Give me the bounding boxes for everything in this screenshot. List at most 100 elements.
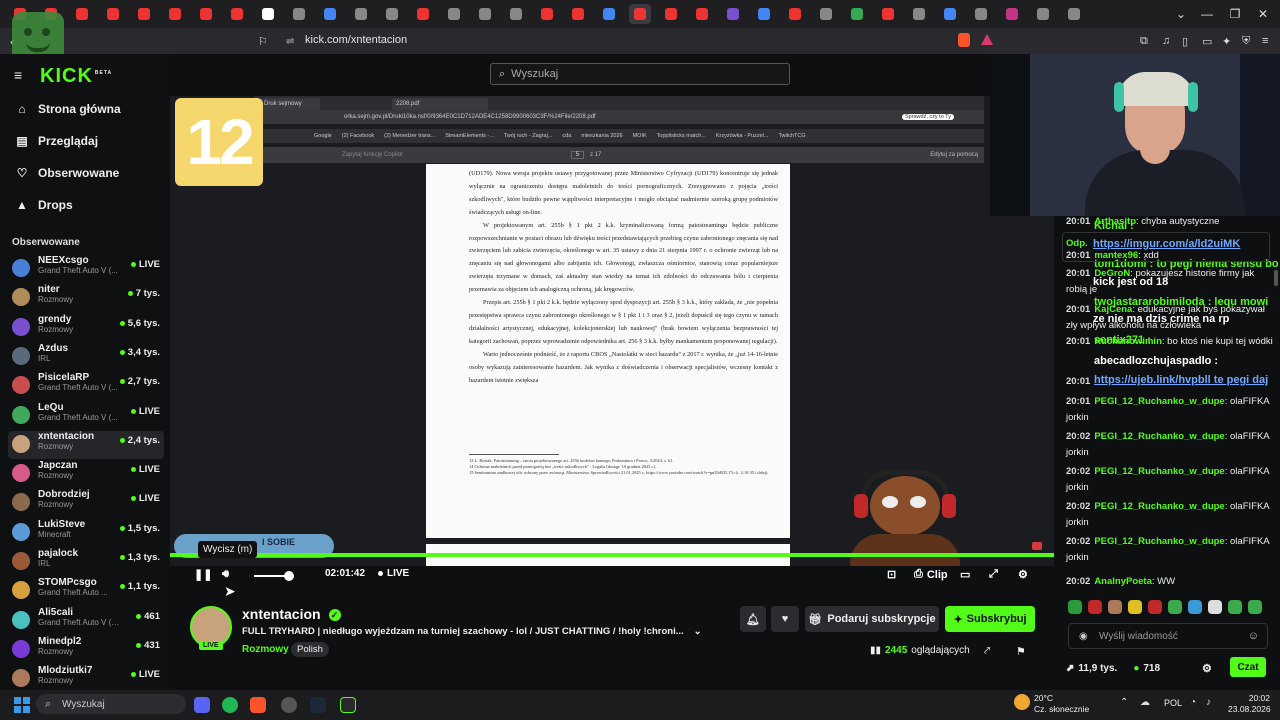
kick-app-icon[interactable] xyxy=(340,697,356,713)
browser-tab[interactable] xyxy=(784,4,806,24)
emote-icon[interactable] xyxy=(1208,600,1222,614)
bookmark-icon[interactable]: ⚐ xyxy=(258,35,268,48)
browser-tab[interactable] xyxy=(319,4,341,24)
windows-start-icon[interactable] xyxy=(14,697,30,713)
followed-channel[interactable]: Ali5cali Grand Theft Auto V (G... 461 xyxy=(8,607,164,635)
browser-tab[interactable] xyxy=(443,4,465,24)
browser-tab[interactable] xyxy=(505,4,527,24)
chat-input[interactable]: ◉ Wyślij wiadomość ☺ xyxy=(1068,623,1268,649)
followed-channel[interactable]: PisicelaRP Grand Theft Auto V (... 2,7 tys… xyxy=(8,372,164,400)
browser-tab[interactable] xyxy=(71,4,93,24)
brave-icon[interactable] xyxy=(250,697,266,713)
browser-tab[interactable] xyxy=(629,4,651,24)
volume-slider[interactable] xyxy=(254,575,288,577)
browser-tab[interactable] xyxy=(133,4,155,24)
settings-icon[interactable]: ⚙ xyxy=(1018,568,1028,581)
emote-icon[interactable] xyxy=(1128,600,1142,614)
clock[interactable]: 20:02 23.08.2026 xyxy=(1228,693,1271,715)
browser-tab[interactable] xyxy=(1063,4,1085,24)
browser-tab[interactable] xyxy=(722,4,744,24)
obs-icon[interactable] xyxy=(281,697,297,713)
fullscreen-icon[interactable]: ⤢ xyxy=(989,568,998,581)
browser-tab[interactable] xyxy=(1032,4,1054,24)
steam-icon[interactable] xyxy=(310,697,326,713)
followed-channel[interactable]: STOMPcsgo Grand Theft Auto ... 1,1 tys. xyxy=(8,577,164,605)
media-icon[interactable]: ♫ xyxy=(1162,35,1170,47)
emote-icon[interactable] xyxy=(1088,600,1102,614)
site-search[interactable]: ⌕ Wyszukaj xyxy=(490,63,790,85)
nav-item-2[interactable]: ▤ Przeglądaj xyxy=(16,134,98,148)
taskbar-search[interactable]: ⌕ Wyszukaj xyxy=(36,694,186,714)
nav-item-1[interactable]: ⌂ Strona główna xyxy=(16,102,120,116)
brave-shields-icon[interactable] xyxy=(958,33,970,47)
share-icon[interactable]: ⤤ xyxy=(984,645,990,658)
followed-channel[interactable]: Japczan Rozmowy LIVE xyxy=(8,460,164,488)
emote-icon[interactable] xyxy=(1188,600,1202,614)
extensions-icon[interactable]: ⧉ xyxy=(1140,35,1148,48)
browser-tab[interactable] xyxy=(381,4,403,24)
video-progress-bar[interactable] xyxy=(170,553,1054,557)
sidebar-icon[interactable]: ▯ xyxy=(1182,35,1188,48)
nav-item-3[interactable]: ♡ Obserwowane xyxy=(16,166,120,180)
pause-icon[interactable]: ❚❚ xyxy=(194,568,212,581)
followed-channel[interactable]: Mlodziutki7 Rozmowy LIVE xyxy=(8,665,164,693)
browser-tab[interactable] xyxy=(412,4,434,24)
browser-tab[interactable] xyxy=(970,4,992,24)
weather-text[interactable]: 20°C Cz. słonecznie xyxy=(1034,693,1089,715)
emoji-icon[interactable]: ☺ xyxy=(1248,630,1259,642)
streamer-name[interactable]: xntentacion ✓ xyxy=(242,606,341,622)
tray-arrow-icon[interactable]: ⌃ xyxy=(1120,697,1128,708)
network-icon[interactable]: ◔ xyxy=(1190,697,1196,708)
chat-settings-icon[interactable]: ⚙ xyxy=(1202,662,1212,675)
browser-tab[interactable] xyxy=(288,4,310,24)
chat-username[interactable]: PEGI_12_Ruchanko_w_dupe xyxy=(1094,536,1224,547)
volume-knob[interactable] xyxy=(284,571,294,581)
browser-tab[interactable] xyxy=(567,4,589,24)
chat-username[interactable]: AnalnyPoeta xyxy=(1094,576,1152,587)
menu-icon[interactable]: ≡ xyxy=(1262,35,1268,47)
site-info-icon[interactable]: ⇌ xyxy=(286,36,294,47)
followed-channel[interactable]: xntentacion Rozmowy 2,4 tys. xyxy=(8,430,164,459)
browser-tab[interactable] xyxy=(536,4,558,24)
video-player[interactable]: Druk sejmowy 2208.pdf orka.sejm.gov.pl/D… xyxy=(170,96,1054,566)
browser-tab[interactable] xyxy=(350,4,372,24)
chat-username[interactable]: PEGI_12_Ruchanko_w_dupe xyxy=(1094,431,1224,442)
sound-icon[interactable]: ♪ xyxy=(1206,697,1211,708)
follow-heart-button[interactable]: ♥ xyxy=(771,606,799,632)
clip-button[interactable]: ⎙ Clip xyxy=(914,568,948,581)
nav-item-4[interactable]: ▲ Drops xyxy=(16,198,73,212)
emote-icon[interactable] xyxy=(1168,600,1182,614)
chat-send-button[interactable]: Czat xyxy=(1230,657,1266,677)
followed-channel[interactable]: Minedpl2 Rozmowy 431 xyxy=(8,636,164,664)
ai-icon[interactable]: ✦ xyxy=(1222,35,1231,48)
followed-channel[interactable]: grendy Rozmowy 5,6 tys. xyxy=(8,314,164,342)
browser-tab[interactable] xyxy=(226,4,248,24)
tab-list-icon[interactable]: ⌄ xyxy=(1168,4,1194,24)
followed-channel[interactable]: niter Rozmowy 7 tys. xyxy=(8,284,164,312)
chat-username[interactable]: PEGI_12_Ruchanko_w_dupe xyxy=(1094,501,1224,512)
pip-icon[interactable]: ▭ xyxy=(960,568,970,581)
followed-channel[interactable]: LeQu Grand Theft Auto V (... LIVE xyxy=(8,402,164,430)
browser-tab[interactable] xyxy=(1001,4,1023,24)
close-icon[interactable]: ✕ xyxy=(1250,4,1276,24)
browser-tab[interactable] xyxy=(815,4,837,24)
spotify-icon[interactable] xyxy=(222,697,238,713)
followed-channel[interactable]: pajalock IRL 1,3 tys. xyxy=(8,548,164,576)
browser-tab[interactable] xyxy=(877,4,899,24)
browser-tab[interactable] xyxy=(102,4,124,24)
browser-tab[interactable] xyxy=(691,4,713,24)
stream-category[interactable]: Rozmowy xyxy=(242,644,289,655)
brave-rewards-icon[interactable] xyxy=(981,34,993,45)
chat-username[interactable]: PEGI_12_Ruchanko_w_dupe xyxy=(1094,466,1224,477)
browser-tab[interactable] xyxy=(753,4,775,24)
emote-icon[interactable] xyxy=(1148,600,1162,614)
followed-channel[interactable]: Azdus IRL 3,4 tys. xyxy=(8,343,164,371)
theater-icon[interactable]: ⊡ xyxy=(887,568,896,581)
tray-icon[interactable]: ☁ xyxy=(1140,697,1150,708)
chat-username[interactable]: PEGI_12_Ruchanko_w_dupe xyxy=(1094,396,1224,407)
browser-tab[interactable] xyxy=(257,4,279,24)
browser-tab[interactable] xyxy=(474,4,496,24)
browser-tab[interactable] xyxy=(598,4,620,24)
browser-tab[interactable] xyxy=(195,4,217,24)
vpn-icon[interactable]: ⛨ xyxy=(1242,35,1250,48)
